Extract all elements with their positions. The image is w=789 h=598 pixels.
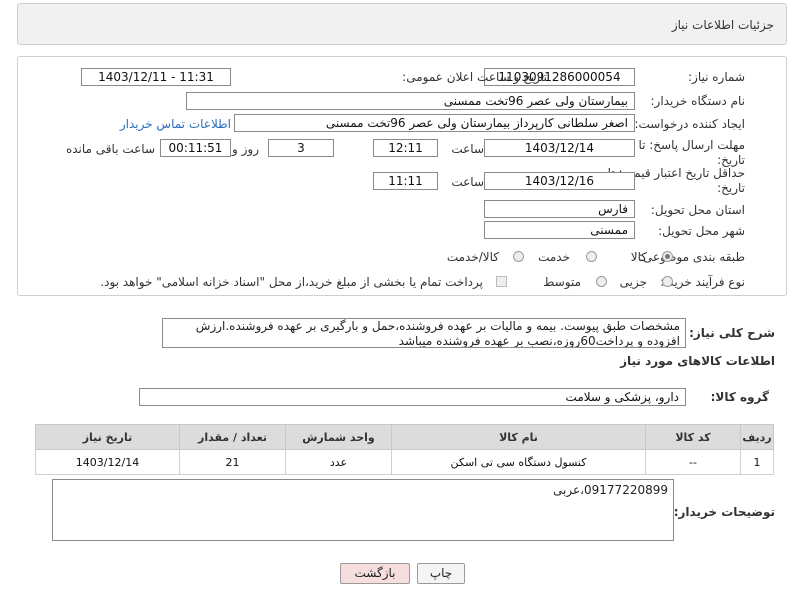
reply-date-field: 1403/12/14 [484, 139, 635, 157]
announce-label: تاریخ و ساعت اعلان عمومی: [402, 70, 547, 84]
cell-row: 1 [740, 449, 774, 475]
buyer-org-label: نام دستگاه خریدار: [650, 94, 746, 108]
need-number-label: شماره نیاز: [688, 70, 745, 84]
description-label: شرح کلی نیاز: [689, 326, 775, 340]
city-field: ممسنی [484, 221, 635, 239]
category-service-label: خدمت [538, 250, 570, 264]
buyer-org-field: بیمارستان ولی عصر 96تخت ممسنی [186, 92, 635, 110]
city-label: شهر محل تحویل: [658, 224, 745, 238]
process-partial-label: جزیی [619, 275, 647, 289]
reply-time-field: 12:11 [373, 139, 438, 157]
reply-time-label: ساعت [451, 142, 484, 156]
remaining-time-field: 00:11:51 [160, 139, 231, 157]
table-row: 1 -- کنسول دستگاه سی تی اسکن عدد 21 1403… [35, 449, 774, 475]
goods-table: ردیف کد کالا نام کالا واحد شمارش تعداد /… [35, 424, 774, 475]
category-service-radio[interactable] [586, 251, 597, 262]
back-button[interactable]: بازگشت [340, 563, 410, 584]
cell-name: کنسول دستگاه سی تی اسکن [391, 449, 646, 475]
category-goods-radio[interactable] [662, 251, 673, 262]
cell-code: -- [645, 449, 741, 475]
print-button[interactable]: چاپ [417, 563, 465, 584]
province-label: استان محل تحویل: [650, 203, 745, 217]
process-medium-label: متوسط [543, 275, 581, 289]
buyer-notes-textarea: 09177220899،عربی [52, 479, 674, 541]
reply-deadline-label: مهلت ارسال پاسخ: تا تاریخ: [638, 138, 745, 167]
process-medium-radio[interactable] [596, 276, 607, 287]
validity-time-field: 11:11 [373, 172, 438, 190]
announce-field: 1403/12/11 - 11:31 [81, 68, 231, 86]
creator-label: ایجاد کننده درخواست: [634, 117, 745, 131]
day-and-label: روز و [232, 142, 259, 156]
buyer-contact-link[interactable]: اطلاعات تماس خریدار [120, 117, 231, 131]
province-field: فارس [484, 200, 635, 218]
cell-qty: 21 [179, 449, 286, 475]
validity-time-label: ساعت [451, 175, 484, 189]
category-label: طبقه بندی موضوعی: [638, 250, 745, 264]
col-header-date: تاریخ نیاز [35, 424, 180, 450]
remaining-label: ساعت باقی مانده [65, 142, 155, 156]
process-partial-radio[interactable] [662, 276, 673, 287]
col-header-row: ردیف [740, 424, 774, 450]
page-title: جزئیات اطلاعات نیاز [671, 18, 774, 32]
category-both-label: کالا/خدمت [446, 250, 499, 264]
header-panel: جزئیات اطلاعات نیاز [17, 3, 787, 45]
table-header-row: ردیف کد کالا نام کالا واحد شمارش تعداد /… [35, 424, 774, 450]
category-goods-label: کالا [630, 250, 647, 264]
remaining-days-field: 3 [268, 139, 334, 157]
category-both-radio[interactable] [513, 251, 524, 262]
col-header-code: کد کالا [645, 424, 741, 450]
goods-group-field: دارو، پزشکی و سلامت [139, 388, 686, 406]
description-textarea: مشخصات طبق پیوست. بیمه و مالیات بر عهده … [162, 318, 686, 348]
col-header-name: نام کالا [391, 424, 646, 450]
buyer-notes-label: توضیحات خریدار: [673, 505, 775, 519]
goods-group-label: گروه کالا: [710, 390, 769, 404]
validity-date-field: 1403/12/16 [484, 172, 635, 190]
col-header-qty: تعداد / مقدار [179, 424, 286, 450]
creator-field: اصغر سلطانی کارپرداز بیمارستان ولی عصر 9… [234, 114, 635, 132]
goods-section-title: اطلاعات کالاهای مورد نیاز [620, 354, 775, 368]
cell-date: 1403/12/14 [35, 449, 180, 475]
col-header-unit: واحد شمارش [285, 424, 392, 450]
cell-unit: عدد [285, 449, 392, 475]
treasury-payment-checkbox[interactable] [496, 276, 507, 287]
treasury-payment-note: پرداخت تمام یا بخشی از مبلغ خرید،از محل … [100, 275, 483, 289]
